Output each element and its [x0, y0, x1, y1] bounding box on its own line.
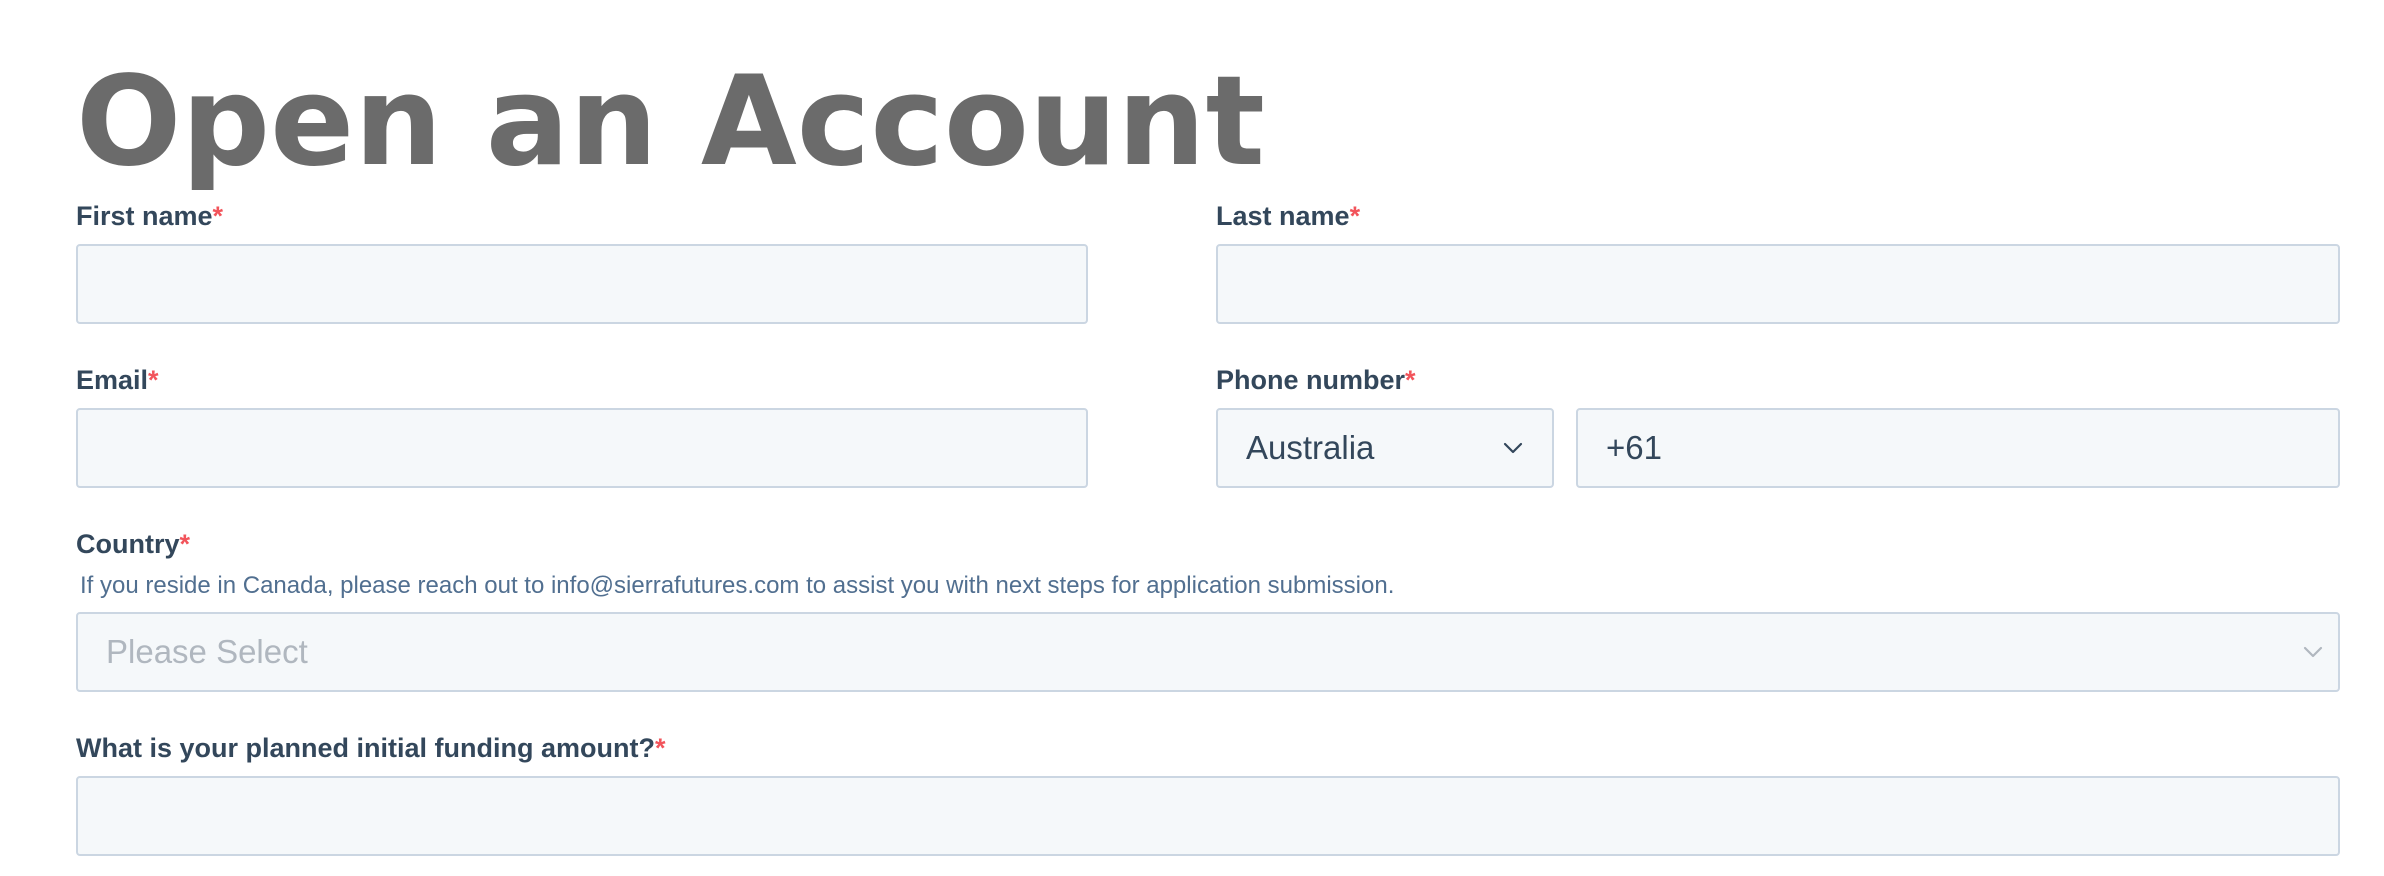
- chevron-down-icon: [1502, 437, 1524, 459]
- required-marker: *: [1405, 365, 1416, 395]
- country-select[interactable]: Please Select: [76, 612, 2340, 692]
- first-name-label: First name*: [76, 200, 223, 232]
- phone-country-code-select[interactable]: Australia: [1216, 408, 1554, 488]
- country-hint: If you reside in Canada, please reach ou…: [80, 572, 1395, 599]
- phone-country-code-value: Australia: [1246, 429, 1375, 466]
- funding-amount-input[interactable]: [76, 776, 2340, 856]
- chevron-down-icon: [2302, 641, 2324, 663]
- required-marker: *: [1349, 201, 1361, 231]
- last-name-label-text: Last name: [1216, 201, 1350, 231]
- country-select-placeholder: Please Select: [106, 633, 308, 670]
- phone-number-label-text: Phone number: [1216, 365, 1406, 395]
- last-name-label: Last name*: [1216, 200, 1360, 232]
- email-label: Email*: [76, 364, 159, 396]
- phone-number-input[interactable]: +61: [1576, 408, 2340, 488]
- last-name-input[interactable]: [1216, 244, 2340, 324]
- required-marker: *: [654, 733, 666, 763]
- phone-number-value: +61: [1606, 429, 1662, 466]
- phone-number-label: Phone number*: [1216, 364, 1416, 396]
- required-marker: *: [212, 201, 224, 231]
- email-label-text: Email: [76, 365, 149, 395]
- country-label-text: Country: [76, 529, 180, 559]
- funding-amount-label-text: What is your planned initial funding amo…: [76, 733, 655, 763]
- email-input[interactable]: [76, 408, 1088, 488]
- country-label: Country*: [76, 528, 190, 560]
- required-marker: *: [148, 365, 159, 395]
- first-name-input[interactable]: [76, 244, 1088, 324]
- first-name-label-text: First name: [76, 201, 213, 231]
- funding-amount-label: What is your planned initial funding amo…: [76, 732, 666, 764]
- required-marker: *: [179, 529, 191, 559]
- page-title: Open an Account: [76, 50, 1265, 194]
